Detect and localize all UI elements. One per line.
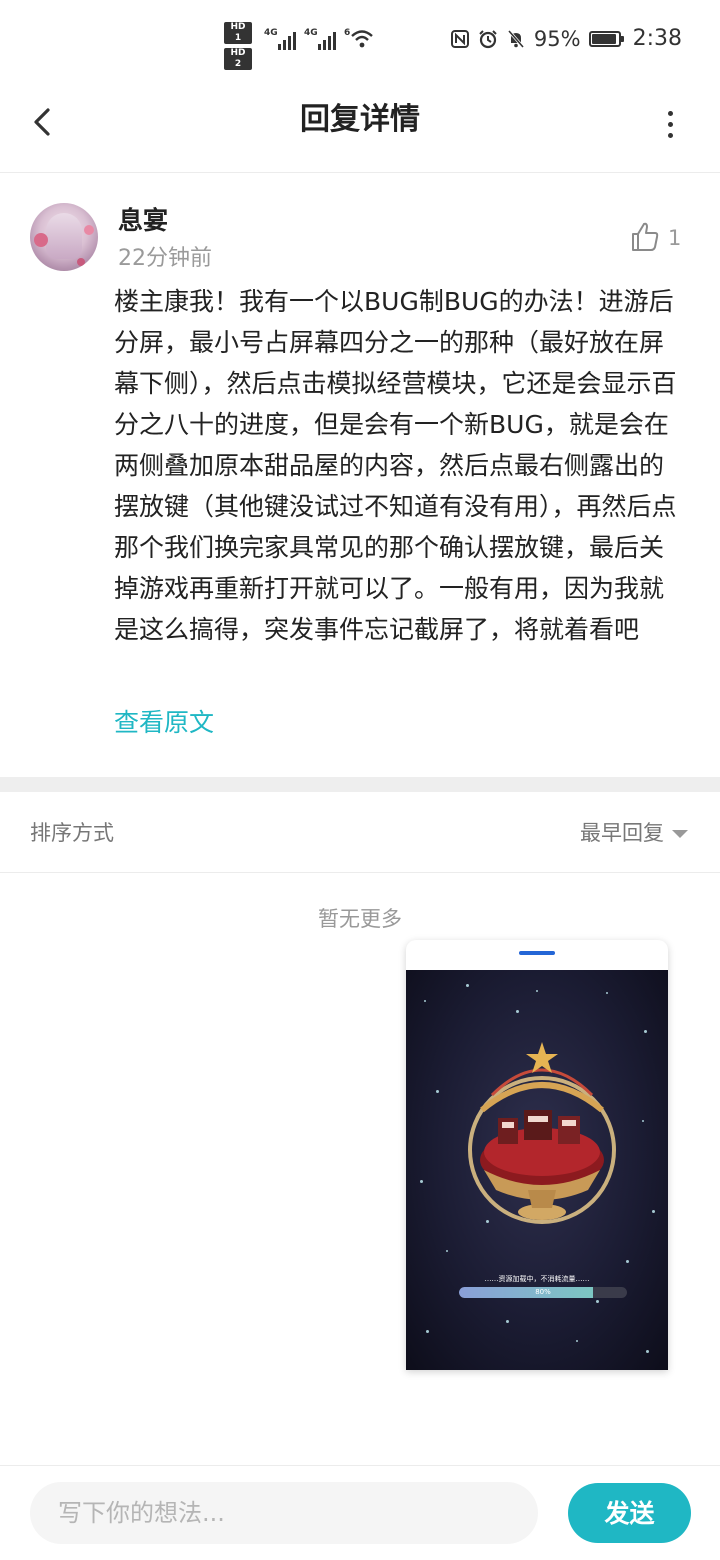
sweet-house-orb-image: [468, 1042, 616, 1224]
wifi-icon: [351, 30, 373, 48]
star-particle: [642, 1120, 644, 1122]
signal-icon-2: [318, 26, 336, 50]
mute-bell-icon: [507, 29, 525, 48]
hd1-badge: HD 1: [224, 22, 252, 44]
nfc-icon: [450, 29, 469, 48]
alarm-icon: [479, 29, 497, 48]
star-particle: [646, 1350, 649, 1353]
star-particle: [486, 1220, 489, 1223]
avatar[interactable]: [30, 203, 98, 271]
like-button[interactable]: [630, 221, 660, 253]
network-type-2: 4G: [304, 28, 318, 38]
star-particle: [506, 1320, 509, 1323]
status-bar: HD 1 HD 2 4G 4G 6 95% 2:38: [0, 0, 720, 80]
more-dot-icon: [667, 110, 673, 116]
star-particle: [420, 1180, 423, 1183]
star-particle: [626, 1260, 629, 1263]
send-button[interactable]: 发送: [568, 1483, 691, 1543]
star-particle: [446, 1250, 448, 1252]
star-particle: [652, 1210, 655, 1213]
page-title: 回复详情: [300, 102, 420, 137]
author-name[interactable]: 息宴: [118, 203, 168, 239]
app-header: 回复详情: [0, 80, 720, 173]
sort-label: 排序方式: [30, 821, 114, 845]
sort-dropdown[interactable]: 最早回复: [580, 816, 664, 850]
comment-input[interactable]: [30, 1482, 538, 1544]
window-drag-handle[interactable]: [519, 951, 555, 955]
battery-icon: [588, 30, 624, 47]
star-particle: [536, 990, 538, 992]
composer-bar: 发送: [0, 1465, 720, 1560]
signal-icon-1: [278, 26, 296, 50]
thumbs-up-icon: [632, 222, 659, 251]
star-particle: [644, 1030, 647, 1033]
reply-content: 楼主康我！我有一个以BUG制BUG的办法！进游后分屏，最小号占屏幕四分之一的那种…: [114, 287, 677, 644]
star-particle: [424, 1000, 426, 1002]
caret-down-icon[interactable]: [672, 830, 688, 838]
more-dot-icon: [667, 121, 673, 127]
like-count: 1: [668, 226, 682, 250]
star-particle: [466, 984, 469, 987]
star-particle: [576, 1340, 578, 1342]
game-screenshot: ……资源加载中，不消耗流量…… 80%: [406, 970, 668, 1370]
battery-percent: 95%: [533, 26, 581, 51]
clock: 2:38: [632, 26, 682, 51]
more-menu-button[interactable]: [660, 104, 680, 144]
star-particle: [596, 1300, 599, 1303]
loading-text: ……资源加载中，不消耗流量……: [484, 1275, 590, 1283]
more-dot-icon: [667, 132, 673, 138]
reply-card: 息宴 22分钟前 1 楼主康我！我有一个以BUG制BUG的办法！进游后分屏，最小…: [0, 173, 720, 777]
hd2-badge: HD 2: [224, 48, 252, 70]
star-particle: [436, 1090, 439, 1093]
view-original-link[interactable]: 查看原文: [114, 703, 214, 743]
star-particle: [516, 1010, 519, 1013]
status-right: 95% 2:38: [450, 26, 682, 51]
star-particle: [426, 1330, 429, 1333]
hd-indicator: HD 1 HD 2: [224, 22, 252, 74]
star-particle: [606, 992, 608, 994]
sort-bar: 排序方式 最早回复: [0, 792, 720, 873]
floating-window[interactable]: ……资源加载中，不消耗流量…… 80%: [406, 940, 668, 1370]
network-type-1: 4G: [264, 28, 278, 38]
section-divider: [0, 777, 720, 792]
loading-percent: 80%: [535, 1288, 551, 1296]
loading-progress-bar: 80%: [459, 1287, 627, 1298]
empty-list-text: 暂无更多: [318, 907, 402, 931]
reply-time: 22分钟前: [118, 246, 212, 271]
